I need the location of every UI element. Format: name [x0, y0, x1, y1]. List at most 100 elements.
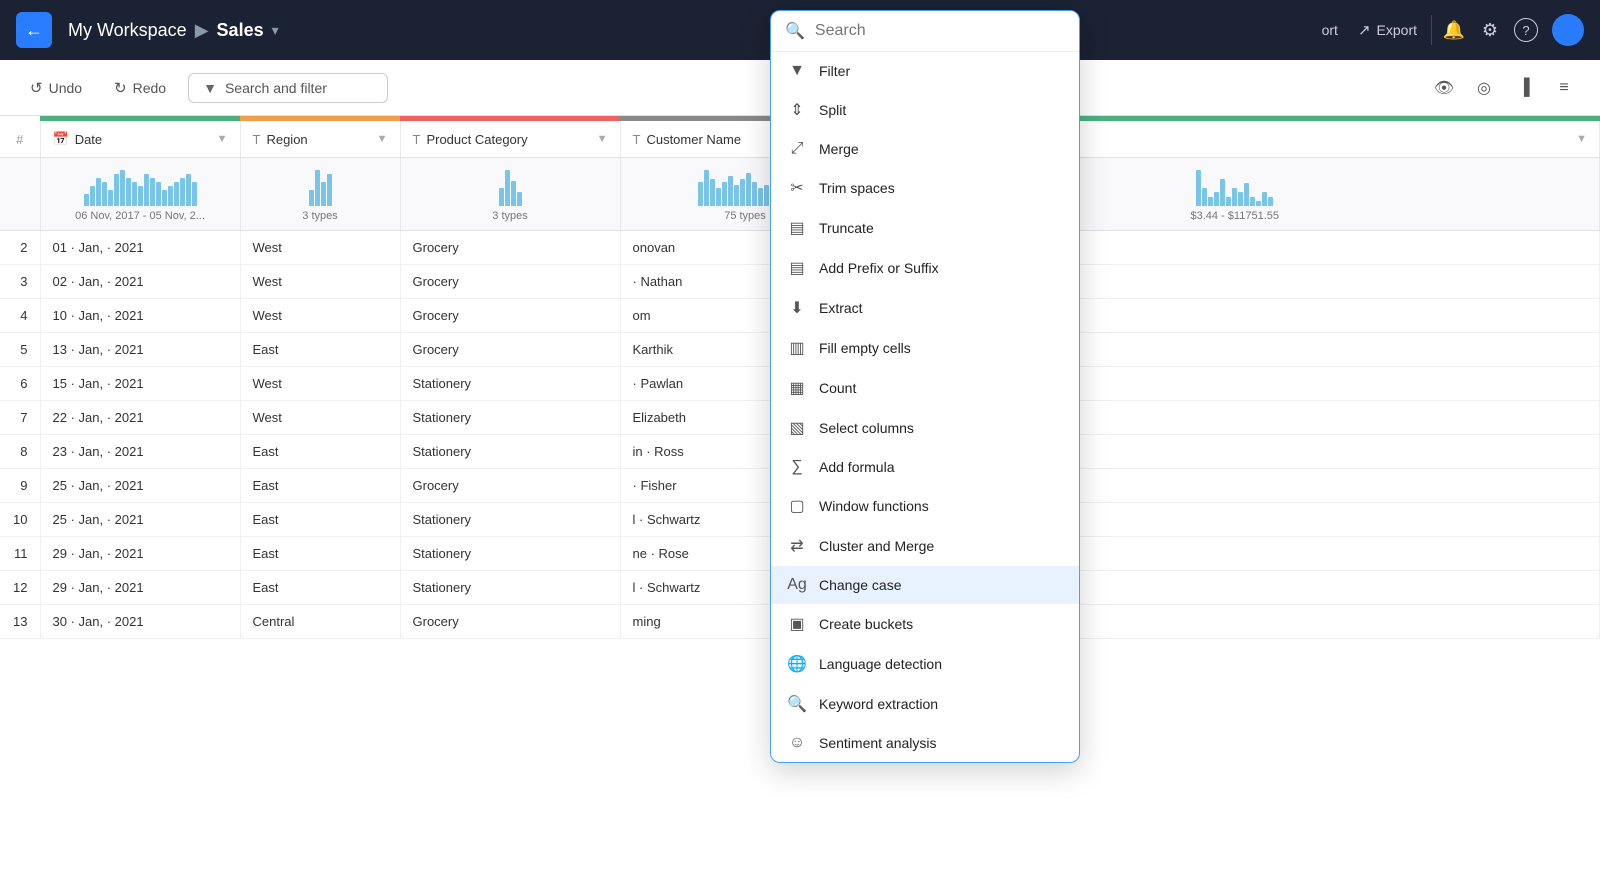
help-icon: ? [1514, 18, 1538, 42]
col-header-date[interactable]: 📅 Date ▼ [40, 121, 240, 158]
redo-button[interactable]: ↻ Redo [104, 73, 176, 103]
menu-item-keyword-extraction[interactable]: 🔍 Keyword extraction [771, 684, 1079, 724]
stats-rownum [0, 158, 40, 231]
row-number: 12 [0, 571, 40, 605]
menu-item-merge[interactable]: ⤢ Merge [771, 130, 1079, 168]
menu-icon-cluster-merge: ⇄ [787, 536, 807, 556]
menu-label-keyword-extraction: Keyword extraction [819, 696, 1063, 712]
settings-button[interactable]: ⚙ [1472, 12, 1508, 48]
row-category: Grocery [400, 333, 620, 367]
menu-label-filter: Filter [819, 63, 1063, 79]
menu-icon-window-functions: ▢ [787, 496, 807, 516]
project-name: Sales [217, 20, 264, 41]
menu-label-window-functions: Window functions [819, 498, 1063, 514]
menu-item-select-columns[interactable]: ▧ Select columns [771, 408, 1079, 448]
menu-item-window-functions[interactable]: ▢ Window functions [771, 486, 1079, 526]
menu-label-merge: Merge [819, 141, 1063, 157]
category-sort-icon: ▼ [597, 133, 608, 145]
chart-button[interactable]: ▐ [1508, 72, 1540, 104]
menu-item-cluster-merge[interactable]: ⇄ Cluster and Merge [771, 526, 1079, 566]
row-date: 25 · Jan, · 2021 [40, 503, 240, 537]
undo-label: Undo [49, 80, 82, 96]
menu-label-create-buckets: Create buckets [819, 616, 1063, 632]
row-date: 30 · Jan, · 2021 [40, 605, 240, 639]
menu-label-trim-spaces: Trim spaces [819, 180, 1063, 196]
export-icon: ↗ [1358, 21, 1371, 39]
row-category: Stationery [400, 401, 620, 435]
workspace-title: My Workspace ▶ Sales ▾ [68, 20, 279, 41]
help-button[interactable]: ? [1508, 12, 1544, 48]
search-input[interactable] [815, 22, 1065, 40]
menu-item-extract[interactable]: ⬇ Extract [771, 288, 1079, 328]
col-header-category[interactable]: T Product Category ▼ [400, 121, 620, 158]
target-icon: ◎ [1477, 78, 1491, 98]
breadcrumb-separator: ▶ [195, 20, 209, 41]
menu-label-truncate: Truncate [819, 220, 1063, 236]
color-bar-rownum [0, 116, 40, 121]
region-mini-chart [253, 166, 388, 206]
date-col-label: Date [75, 132, 102, 147]
row-date: 29 · Jan, · 2021 [40, 537, 240, 571]
menu-icon-sentiment-analysis: ☺ [787, 734, 807, 752]
category-types: 3 types [413, 210, 608, 222]
region-col-label: Region [266, 132, 307, 147]
menu-icon-add-prefix-suffix: ▤ [787, 258, 807, 278]
filter-icon: ▼ [203, 80, 217, 96]
menu-item-trim-spaces[interactable]: ✂ Trim spaces [771, 168, 1079, 208]
menu-item-change-case[interactable]: Ag Change case [771, 566, 1079, 604]
menu-label-cluster-merge: Cluster and Merge [819, 538, 1063, 554]
color-bar-region [240, 116, 400, 121]
menu-item-add-formula[interactable]: ∑ Add formula [771, 448, 1079, 486]
row-number: 4 [0, 299, 40, 333]
undo-icon: ↺ [30, 79, 43, 97]
row-region: West [240, 231, 400, 265]
menu-icon-trim-spaces: ✂ [787, 178, 807, 198]
menu-item-count[interactable]: ▦ Count [771, 368, 1079, 408]
notifications-button[interactable]: 🔔 [1436, 12, 1472, 48]
project-chevron: ▾ [272, 22, 279, 39]
back-icon: ← [25, 20, 43, 41]
back-button[interactable]: ← [16, 12, 52, 48]
row-region: East [240, 333, 400, 367]
menu-item-language-detection[interactable]: 🌐 Language detection [771, 644, 1079, 684]
row-number: 2 [0, 231, 40, 265]
menu-item-add-prefix-suffix[interactable]: ▤ Add Prefix or Suffix [771, 248, 1079, 288]
workspace-name: My Workspace [68, 20, 187, 41]
menu-icon-language-detection: 🌐 [787, 654, 807, 674]
undo-button[interactable]: ↺ Undo [20, 73, 92, 103]
menu-item-create-buckets[interactable]: ▣ Create buckets [771, 604, 1079, 644]
row-region: Central [240, 605, 400, 639]
row-category: Stationery [400, 435, 620, 469]
menu-label-select-columns: Select columns [819, 420, 1063, 436]
search-box: 🔍 [771, 11, 1079, 52]
menu-item-filter[interactable]: ▼ Filter [771, 52, 1079, 90]
sort-button[interactable]: ≡ [1548, 72, 1580, 104]
customer-col-label: Customer Name [646, 132, 741, 147]
row-region: East [240, 435, 400, 469]
row-number: 9 [0, 469, 40, 503]
menu-icon-select-columns: ▧ [787, 418, 807, 438]
export-button[interactable]: ↗ Export [1348, 15, 1427, 45]
row-number: 8 [0, 435, 40, 469]
col-header-region[interactable]: T Region ▼ [240, 121, 400, 158]
menu-icon-change-case: Ag [787, 576, 807, 594]
menu-icon-add-formula: ∑ [787, 458, 807, 476]
menu-item-fill-empty-cells[interactable]: ▥ Fill empty cells [771, 328, 1079, 368]
menu-label-count: Count [819, 380, 1063, 396]
menu-label-fill-empty-cells: Fill empty cells [819, 340, 1063, 356]
row-number: 13 [0, 605, 40, 639]
menu-item-sentiment-analysis[interactable]: ☺ Sentiment analysis [771, 724, 1079, 762]
menu-icon-split: ⇕ [787, 100, 807, 120]
menu-label-sentiment-analysis: Sentiment analysis [819, 735, 1063, 751]
menu-icon-merge: ⤢ [787, 140, 807, 158]
view-toggle-button[interactable]: 👁 [1428, 72, 1460, 104]
target-button[interactable]: ◎ [1468, 72, 1500, 104]
import-button[interactable]: ort [1312, 16, 1348, 44]
menu-item-split[interactable]: ⇕ Split [771, 90, 1079, 130]
user-avatar[interactable] [1552, 14, 1584, 46]
search-filter-button[interactable]: ▼ Search and filter [188, 73, 388, 103]
import-label: ort [1322, 22, 1338, 38]
menu-item-truncate[interactable]: ▤ Truncate [771, 208, 1079, 248]
menu-icon-fill-empty-cells: ▥ [787, 338, 807, 358]
region-types: 3 types [253, 210, 388, 222]
